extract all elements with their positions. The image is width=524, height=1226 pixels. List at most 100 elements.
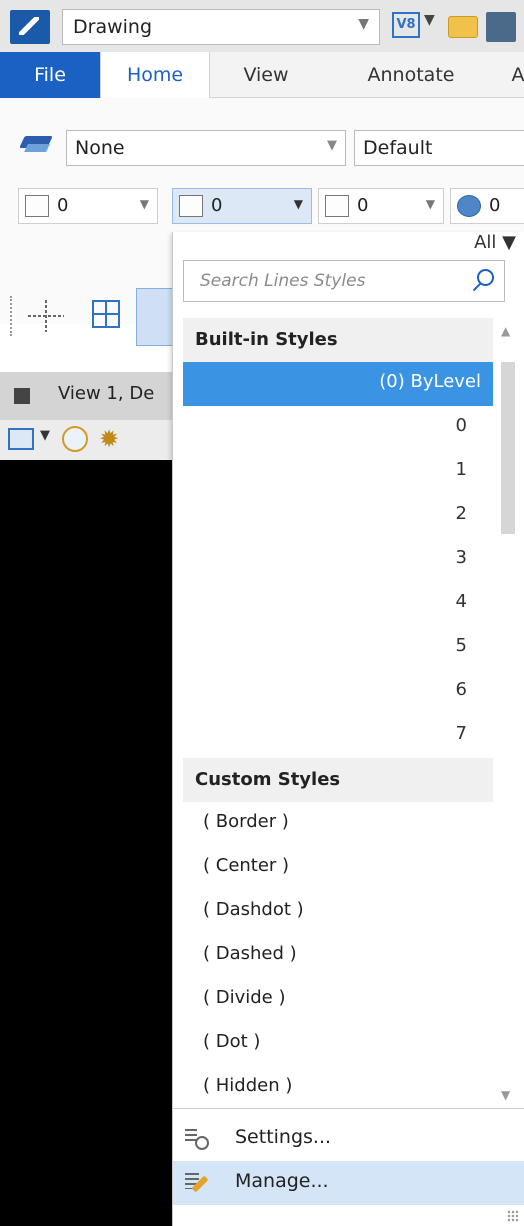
line-style-item[interactable]: 0 <box>183 406 493 450</box>
view-window-titlebar: View 1, De <box>0 372 172 420</box>
line-style-label: 6 <box>455 679 467 700</box>
transparency-value: 0 <box>489 195 501 216</box>
custom-style-item[interactable]: ( Dot ) <box>183 1022 493 1066</box>
view-attributes-icon[interactable] <box>8 428 34 450</box>
window-menu-icon[interactable] <box>14 388 30 404</box>
level-icon <box>20 132 54 156</box>
chevron-down-icon: ▼ <box>327 138 337 153</box>
line-weight-icon <box>325 195 349 217</box>
scroll-up-icon[interactable]: ▲ <box>501 324 510 338</box>
line-weight-select[interactable]: 0 ▼ <box>318 188 444 224</box>
v8-compat-icon[interactable]: V8 <box>392 12 420 38</box>
view-title: View 1, De <box>58 383 155 404</box>
grid-icon[interactable] <box>92 300 120 328</box>
app-logo-icon[interactable] <box>10 10 50 44</box>
line-style-label: 4 <box>455 591 467 612</box>
toolbar-grip[interactable] <box>10 296 14 336</box>
tab-overflow[interactable]: A <box>508 52 524 98</box>
lighting-icon[interactable]: ✹ <box>96 426 122 452</box>
custom-style-item[interactable]: ( Dashdot ) <box>183 890 493 934</box>
manage-label: Manage... <box>235 1170 329 1192</box>
view-display-icon[interactable] <box>62 426 88 452</box>
chevron-down-icon: ▼ <box>139 197 149 211</box>
line-style-item[interactable]: 4 <box>183 582 493 626</box>
tab-annotate[interactable]: Annotate <box>348 52 474 98</box>
workflow-select[interactable]: Drawing ▼ <box>62 9 380 45</box>
line-style-item[interactable]: 3 <box>183 538 493 582</box>
line-style-search-input[interactable]: Search Lines Styles <box>183 260 505 302</box>
custom-styles-header: Custom Styles <box>183 758 493 802</box>
line-style-label: 2 <box>455 503 467 524</box>
crosshair-icon[interactable] <box>28 300 64 332</box>
line-style-item[interactable]: 5 <box>183 626 493 670</box>
list-scrollbar[interactable]: ▲ ▼ <box>495 318 519 1106</box>
custom-style-label: ( Dashed ) <box>203 943 297 964</box>
line-style-item[interactable]: 6 <box>183 670 493 714</box>
settings-item[interactable]: Settings... <box>173 1117 524 1161</box>
text-style-select[interactable]: Default <box>354 130 524 166</box>
drawing-tools-row <box>0 288 176 348</box>
line-style-value: 0 <box>211 195 223 216</box>
custom-style-item[interactable]: ( Dashed ) <box>183 934 493 978</box>
line-style-item[interactable]: 7 <box>183 714 493 758</box>
line-style-picker: All ▼ Search Lines Styles Built-in Style… <box>172 232 524 1226</box>
custom-style-label: ( Hidden ) <box>203 1075 293 1096</box>
quick-access-toolbar: Drawing ▼ V8 ▼ <box>0 0 524 52</box>
chevron-down-icon[interactable]: ▼ <box>40 428 50 443</box>
scroll-down-icon[interactable]: ▼ <box>501 1088 510 1102</box>
tab-file[interactable]: File <box>0 52 100 98</box>
resize-grip-icon[interactable] <box>507 1210 519 1222</box>
scroll-thumb[interactable] <box>501 362 515 534</box>
chevron-down-icon: ▼ <box>425 197 435 211</box>
settings-label: Settings... <box>235 1126 332 1148</box>
active-level-value: None <box>75 137 125 159</box>
chevron-down-icon: ▼ <box>358 16 369 32</box>
custom-style-label: ( Border ) <box>203 811 289 832</box>
filter-select[interactable]: All ▼ <box>474 232 516 253</box>
custom-style-item[interactable]: ( Center ) <box>183 846 493 890</box>
line-style-label: (0) ByLevel <box>379 371 481 392</box>
active-level-select[interactable]: None ▼ <box>66 130 346 166</box>
custom-style-item[interactable]: ( Hidden ) <box>183 1066 493 1106</box>
open-folder-icon[interactable] <box>448 16 478 38</box>
settings-icon <box>185 1127 209 1151</box>
tab-home[interactable]: Home <box>100 52 210 99</box>
color-select[interactable]: 0 ▼ <box>18 188 158 224</box>
color-icon <box>25 195 49 217</box>
line-style-item[interactable]: 1 <box>183 450 493 494</box>
manage-icon <box>185 1171 211 1195</box>
chevron-down-icon: ▼ <box>293 197 303 211</box>
text-style-value: Default <box>363 137 433 159</box>
save-icon[interactable] <box>486 12 516 42</box>
line-style-select[interactable]: 0 ▼ <box>172 188 312 224</box>
manage-item[interactable]: Manage... <box>173 1161 524 1205</box>
workflow-select-value: Drawing <box>73 16 153 38</box>
custom-style-item[interactable]: ( Divide ) <box>183 978 493 1022</box>
ribbon-tabs: File Home View Annotate A <box>0 52 524 99</box>
view-canvas[interactable] <box>0 460 180 1226</box>
transparency-select[interactable]: 0 <box>450 188 524 224</box>
line-style-list: Built-in Styles (0) ByLevel 0 1 2 3 4 5 6 7 Cust… <box>183 318 493 1106</box>
tab-view[interactable]: View <box>226 52 306 98</box>
picker-footer: Settings... Manage... <box>173 1108 524 1226</box>
search-icon[interactable] <box>472 269 494 293</box>
transparency-icon <box>457 195 481 217</box>
line-style-item[interactable]: 2 <box>183 494 493 538</box>
place-line-tool-icon[interactable] <box>136 288 176 346</box>
custom-style-item[interactable]: ( Border ) <box>183 802 493 846</box>
line-style-label: 1 <box>455 459 467 480</box>
search-placeholder: Search Lines Styles <box>200 271 366 291</box>
custom-style-label: ( Divide ) <box>203 987 286 1008</box>
line-style-label: 3 <box>455 547 467 568</box>
line-style-label: 0 <box>455 415 467 436</box>
custom-style-label: ( Dashdot ) <box>203 899 304 920</box>
line-style-label: 7 <box>455 723 467 744</box>
line-style-item[interactable]: (0) ByLevel <box>183 362 493 406</box>
line-weight-value: 0 <box>357 195 369 216</box>
chevron-down-icon[interactable]: ▼ <box>424 12 435 28</box>
custom-style-label: ( Dot ) <box>203 1031 261 1052</box>
color-value: 0 <box>57 195 69 216</box>
builtin-styles-header: Built-in Styles <box>183 318 493 362</box>
view-toolbar: ▼ ✹ <box>0 420 172 460</box>
line-style-label: 5 <box>455 635 467 656</box>
